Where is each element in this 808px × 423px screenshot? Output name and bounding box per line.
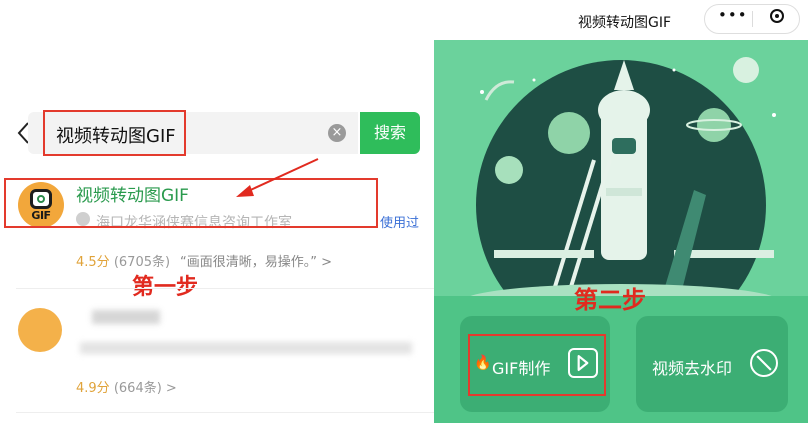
capsule-divider [752, 11, 753, 27]
annotation-arrow-icon [236, 158, 319, 197]
rating-count-2: (664条) > [113, 381, 177, 396]
close-miniapp-icon[interactable] [770, 9, 784, 23]
rating-line-2[interactable]: 4.9分 (664条) > [76, 377, 177, 396]
miniapp-title: 视频转动图GIF [578, 15, 672, 31]
gif-make-label[interactable]: GIF制作 [492, 355, 550, 379]
rating-line[interactable]: 4.5分 (6705条) [76, 251, 170, 270]
app-icon-blurred[interactable] [18, 308, 62, 352]
search-button[interactable]: 搜索 [360, 112, 420, 154]
blurred-title [92, 310, 160, 324]
used-badge: 使用过 [380, 216, 420, 231]
review-snippet[interactable]: “画面很清晰，易操作。” > [180, 251, 332, 270]
highlight-box-search [43, 110, 186, 156]
more-icon[interactable]: ••• [718, 6, 748, 24]
blurred-description [80, 342, 412, 354]
rating-score-2: 4.9分 [76, 381, 110, 396]
no-watermark-icon[interactable] [750, 349, 778, 377]
rating-count: (6705条) [113, 255, 171, 270]
flame-icon: 🔥 [474, 355, 492, 371]
clear-icon[interactable]: × [328, 124, 346, 142]
play-icon[interactable] [568, 348, 598, 378]
miniapp-panel: 视频转动图GIF ••• 第二步 🔥 GIF制作 视频去水印 [434, 0, 808, 423]
divider [16, 288, 434, 289]
space-station-illustration [461, 57, 781, 310]
watermark-label[interactable]: 视频去水印 [652, 355, 732, 379]
divider [16, 412, 434, 413]
step1-annotation: 第一步 [132, 275, 199, 300]
rating-score: 4.5分 [76, 255, 110, 270]
search-results-panel: 视频转动图GIF × 搜索 GIF 视频转动图GIF 海口龙华涵侠赛信息咨询工作… [0, 0, 434, 423]
step2-annotation: 第二步 [574, 286, 646, 314]
